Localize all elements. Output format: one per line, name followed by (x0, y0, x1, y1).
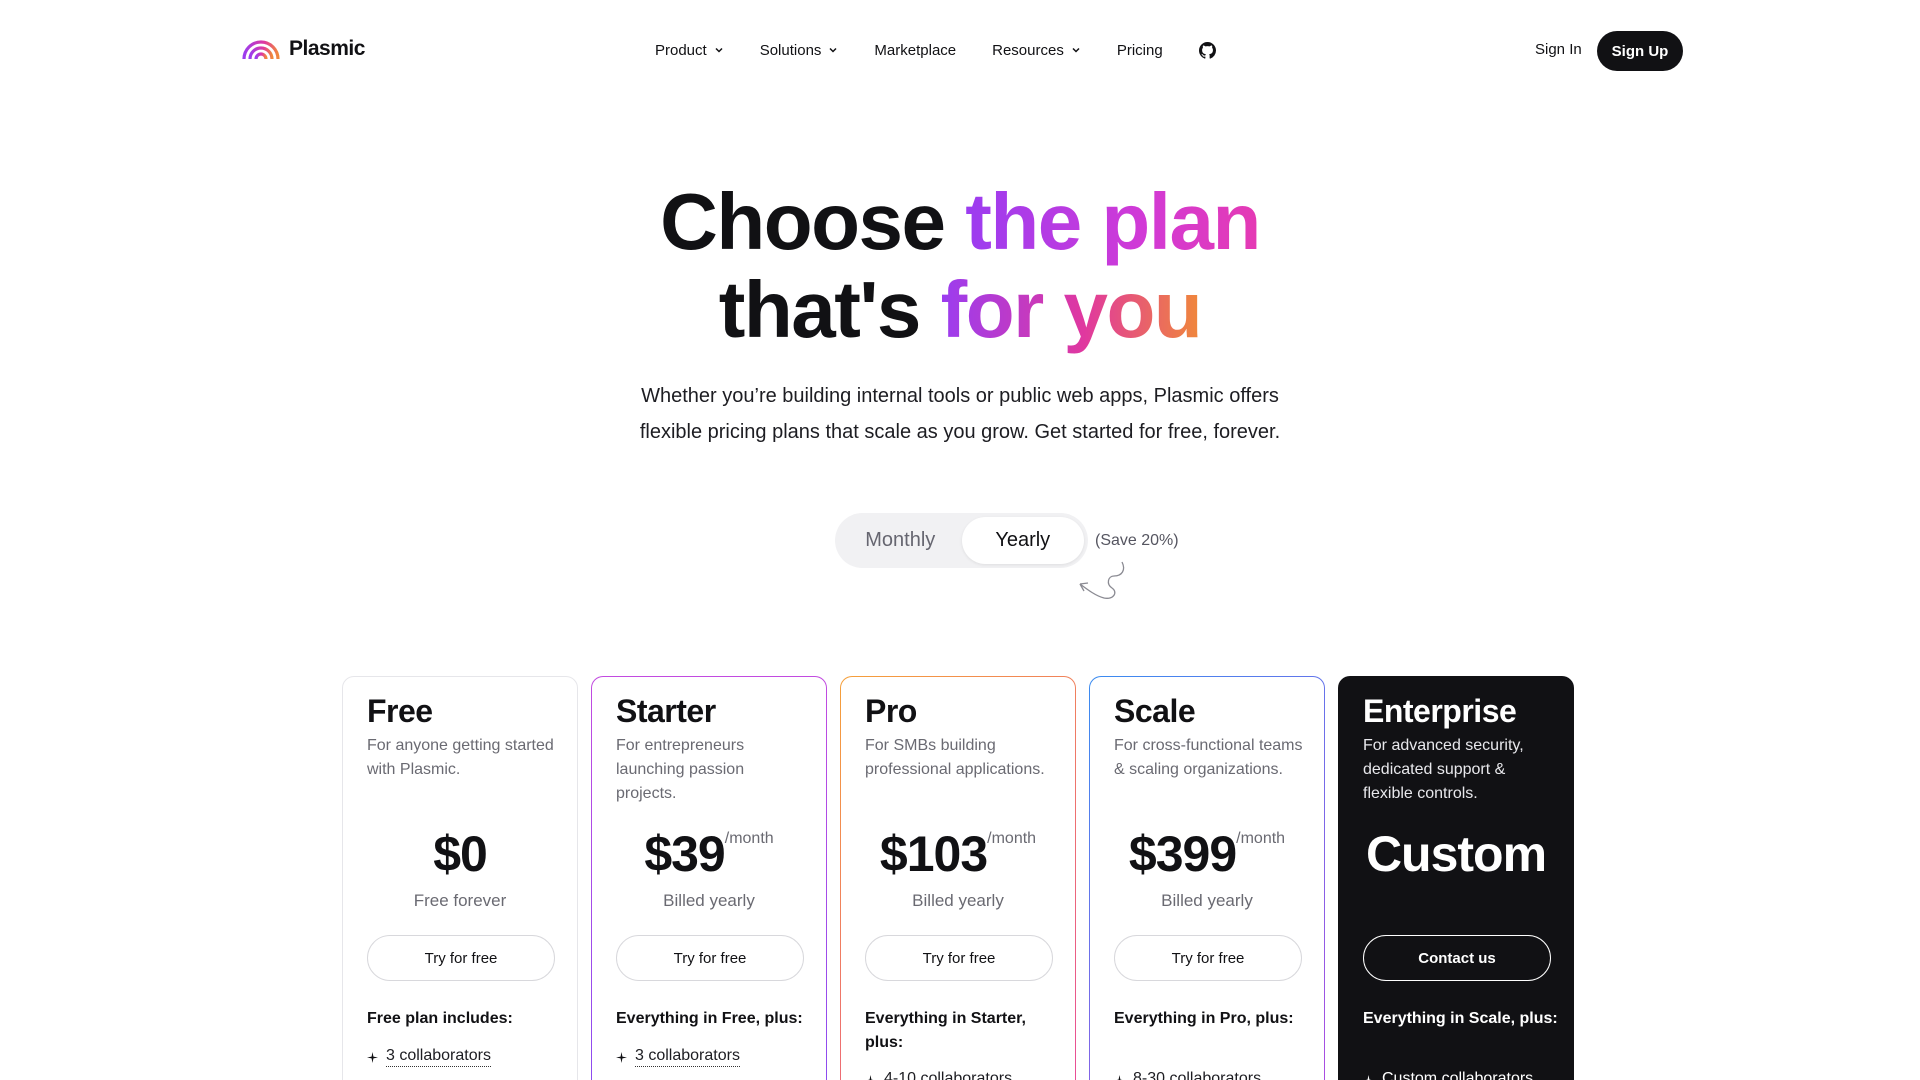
try-for-free-button[interactable]: Try for free (367, 935, 555, 981)
title-line2-plain: that's (718, 265, 941, 354)
nav-item-label: Pricing (1116, 41, 1163, 59)
sparkle-icon (367, 1051, 378, 1063)
price-amount: $39 (644, 826, 725, 882)
nav-item-pricing[interactable]: Pricing (1117, 42, 1163, 59)
try-for-free-button[interactable]: Try for free (865, 935, 1053, 981)
plan-description: For SMBs building professional applicati… (865, 737, 1045, 778)
nav-item-label: Marketplace (874, 41, 957, 59)
plan-card-enterprise: Enterprise For advanced security, dedica… (1338, 676, 1574, 1080)
feature-label[interactable]: 3 collaborators (386, 1047, 491, 1067)
toggle-monthly[interactable]: Monthly (839, 517, 962, 564)
top-nav: Plasmic Product Solutions Marketplace Re… (0, 0, 1920, 100)
plan-price: $103/month (841, 825, 1075, 883)
plan-includes-heading: Everything in Starter, plus: (865, 1010, 1026, 1051)
price-period: /month (1236, 830, 1286, 847)
price-period: /month (724, 830, 774, 847)
feature-item: 8-30 collaborators (1114, 1070, 1261, 1080)
sparkle-icon (865, 1074, 876, 1080)
sparkle-icon (1114, 1074, 1125, 1080)
feature-label[interactable]: 4-10 collaborators (884, 1070, 1012, 1080)
plan-billing: Billed yearly (912, 891, 1004, 910)
nav-item-label: Product (655, 41, 707, 59)
price-amount: $103 (879, 826, 988, 882)
chevron-down-icon (715, 47, 723, 53)
plan-billing: Billed yearly (1161, 891, 1253, 910)
plan-card-starter: Starter For entrepreneurs launching pass… (591, 676, 827, 1080)
feature-label[interactable]: Custom collaborators (1382, 1070, 1533, 1080)
feature-item: 3 collaborators (616, 1047, 740, 1067)
plan-description: For entrepreneurs launching passion proj… (616, 737, 745, 802)
nav-item-resources[interactable]: Resources (992, 42, 1081, 59)
chevron-down-icon (1072, 47, 1080, 53)
price-period: /month (987, 830, 1037, 847)
nav-item-product[interactable]: Product (655, 42, 724, 59)
plan-name: Enterprise (1363, 693, 1517, 729)
toggle-yearly[interactable]: Yearly (961, 517, 1084, 564)
plan-description: For anyone getting started with Plasmic. (367, 737, 554, 778)
feature-label[interactable]: 3 collaborators (635, 1047, 740, 1067)
plan-name: Pro (865, 693, 917, 729)
plan-description: For cross-functional teams & scaling org… (1114, 737, 1303, 778)
plan-includes-heading: Everything in Pro, plus: (1114, 1010, 1294, 1027)
plasmic-logo-icon (242, 40, 280, 60)
plan-includes-heading: Free plan includes: (367, 1010, 513, 1027)
billing-toggle: Monthly Yearly (835, 513, 1088, 568)
feature-item: 4-10 collaborators (865, 1070, 1012, 1080)
page-title: Choose the plan that's for you (0, 178, 1920, 354)
brand-logo[interactable]: Plasmic (241, 37, 365, 61)
plan-price: Custom (1339, 825, 1573, 883)
nav-item-label: Solutions (759, 41, 822, 59)
main-nav: Product Solutions Marketplace Resources … (655, 38, 1216, 62)
feature-item: 3 collaborators (367, 1047, 491, 1067)
try-for-free-button[interactable]: Try for free (1114, 935, 1302, 981)
plan-description: For advanced security, dedicated support… (1363, 737, 1524, 802)
feature-label[interactable]: 8-30 collaborators (1133, 1070, 1261, 1080)
plan-card-pro: Pro For SMBs building professional appli… (840, 676, 1076, 1080)
feature-item: Custom collaborators (1363, 1070, 1533, 1080)
contact-us-button[interactable]: Contact us (1363, 935, 1551, 981)
price-amount: Custom (1365, 826, 1547, 882)
plan-name: Starter (616, 693, 716, 729)
brand-name: Plasmic (289, 37, 365, 60)
page-subtitle: Whether you’re building internal tools o… (560, 378, 1360, 450)
curved-arrow-icon (1079, 561, 1125, 599)
plan-card-free: Free For anyone getting started with Pla… (342, 676, 578, 1080)
nav-item-label: Resources (992, 41, 1064, 59)
nav-item-solutions[interactable]: Solutions (760, 42, 839, 59)
plan-card-scale: Scale For cross-functional teams & scali… (1089, 676, 1325, 1080)
subtitle-line1: Whether you’re building internal tools o… (641, 385, 1279, 407)
price-amount: $399 (1128, 826, 1237, 882)
sparkle-icon (616, 1051, 627, 1063)
chevron-down-icon (829, 47, 837, 53)
title-line1-plain: Choose (660, 177, 966, 266)
nav-item-marketplace[interactable]: Marketplace (874, 42, 956, 59)
plan-price: $399/month (1090, 825, 1324, 883)
sign-in-link[interactable]: Sign In (1535, 41, 1582, 58)
title-line2-gradient: for you (940, 265, 1203, 354)
sign-up-button[interactable]: Sign Up (1597, 31, 1683, 71)
title-line1-gradient: the plan (965, 177, 1261, 266)
plan-name: Free (367, 693, 433, 729)
plan-price: $39/month (592, 825, 826, 883)
save-note: (Save 20%) (1095, 532, 1179, 549)
price-amount: $0 (433, 826, 488, 882)
plan-includes-heading: Everything in Free, plus: (616, 1010, 803, 1027)
subtitle-line2: flexible pricing plans that scale as you… (639, 421, 1281, 443)
plan-name: Scale (1114, 693, 1196, 729)
plan-billing: Free forever (413, 891, 507, 910)
try-for-free-button[interactable]: Try for free (616, 935, 804, 981)
sparkle-icon (1363, 1074, 1374, 1080)
plan-price: $0 (343, 825, 577, 883)
github-icon[interactable] (1198, 41, 1216, 59)
plan-includes-heading: Everything in Scale, plus: (1363, 1010, 1558, 1027)
plan-billing: Billed yearly (663, 891, 755, 910)
